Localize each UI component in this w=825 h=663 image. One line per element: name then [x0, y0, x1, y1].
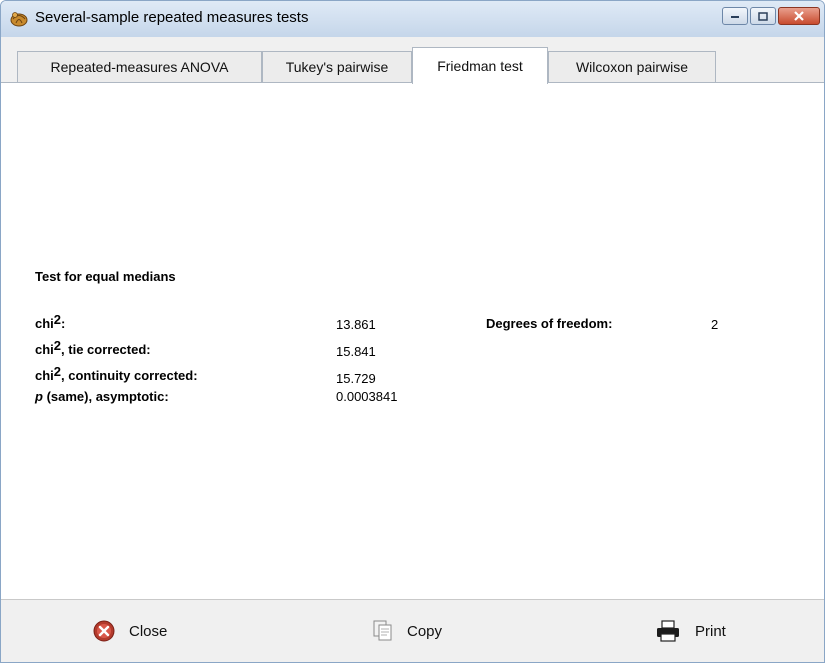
minimize-icon — [731, 16, 739, 18]
result-label-chi2-continuity: chi2, continuity corrected: — [35, 364, 198, 383]
copy-button-label: Copy — [407, 622, 443, 640]
maximize-icon — [758, 11, 768, 21]
minimize-button[interactable] — [722, 7, 748, 25]
app-shell-icon — [10, 12, 28, 27]
result-label-chi2: chi2: — [35, 312, 66, 331]
tab-label: Tukey's pairwise — [285, 59, 389, 75]
copy-icon — [373, 620, 392, 641]
result-value-p-value: 0.0003841 — [336, 389, 398, 404]
tab-friedman-test[interactable]: Friedman test — [412, 47, 548, 84]
tab-repeated-measures-anova[interactable]: Repeated-measures ANOVA — [17, 51, 262, 82]
close-button[interactable]: Close — [93, 619, 167, 643]
copy-button[interactable]: Copy — [373, 619, 442, 643]
result-value-chi2-tie: 15.841 — [336, 344, 376, 359]
tab-strip: Repeated-measures ANOVA Tukey's pairwise… — [1, 37, 824, 84]
result-label-p-value: p (same), asymptotic: — [35, 389, 169, 404]
tab-label: Repeated-measures ANOVA — [50, 59, 229, 75]
window-controls — [722, 7, 820, 25]
print-button[interactable]: Print — [655, 619, 726, 643]
printer-icon — [657, 620, 679, 642]
close-x-icon — [794, 11, 804, 21]
result-value-chi2-continuity: 15.729 — [336, 371, 376, 386]
title-bar[interactable]: Several-sample repeated measures tests — [1, 1, 824, 37]
tab-tukeys-pairwise[interactable]: Tukey's pairwise — [262, 51, 412, 82]
tab-label: Friedman test — [437, 58, 523, 74]
button-bar: Close Copy Print — [1, 599, 824, 662]
dialog-window: Several-sample repeated measures tests R… — [0, 0, 825, 663]
result-label-chi2-tie: chi2, tie corrected: — [35, 338, 151, 357]
close-button-label: Close — [129, 622, 168, 640]
print-button-label: Print — [695, 622, 726, 640]
dof-value: 2 — [711, 317, 719, 332]
tab-label: Wilcoxon pairwise — [575, 59, 689, 75]
window-title: Several-sample repeated measures tests — [35, 9, 309, 26]
window-close-button[interactable] — [778, 7, 820, 25]
close-icon — [93, 620, 115, 642]
results-panel: Test for equal medians chi2: 13.861 Degr… — [1, 83, 824, 599]
tab-wilcoxon-pairwise[interactable]: Wilcoxon pairwise — [548, 51, 716, 82]
dof-label: Degrees of freedom: — [486, 316, 613, 331]
results-heading: Test for equal medians — [35, 269, 176, 284]
result-value-chi2: 13.861 — [336, 317, 376, 332]
maximize-button[interactable] — [750, 7, 776, 25]
